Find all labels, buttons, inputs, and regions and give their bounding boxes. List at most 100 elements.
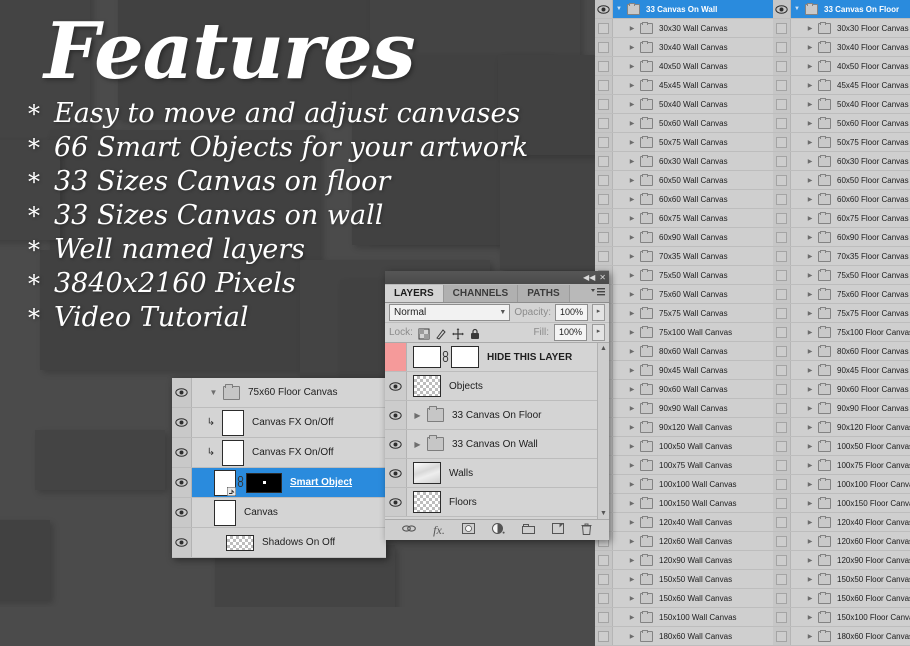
chevron-right-icon[interactable]: ▶ xyxy=(626,139,638,146)
canvas-row[interactable]: ▶ 120x40 Floor Canvas xyxy=(773,513,910,532)
chevron-right-icon[interactable]: ▶ xyxy=(804,158,816,165)
canvas-row[interactable]: ▶ 100x75 Floor Canvas xyxy=(773,456,910,475)
eye-icon[interactable] xyxy=(595,114,613,132)
canvas-row[interactable]: ▶ 90x120 Wall Canvas xyxy=(595,418,773,437)
canvas-row[interactable]: ▶ 50x40 Floor Canvas xyxy=(773,95,910,114)
chevron-right-icon[interactable]: ▶ xyxy=(626,386,638,393)
layer-row[interactable]: Canvas xyxy=(172,498,386,528)
eye-icon[interactable] xyxy=(773,228,791,246)
opacity-input[interactable]: 100% xyxy=(555,304,588,321)
canvas-row[interactable]: ▶ 60x30 Floor Canvas xyxy=(773,152,910,171)
chevron-right-icon[interactable]: ▶ xyxy=(804,424,816,431)
canvas-row[interactable]: ▶ 60x60 Floor Canvas xyxy=(773,190,910,209)
canvas-row[interactable]: ▶ 50x60 Floor Canvas xyxy=(773,114,910,133)
chevron-right-icon[interactable]: ▶ xyxy=(626,158,638,165)
scroll-up-icon[interactable]: ▲ xyxy=(598,343,609,354)
close-icon[interactable]: ✕ xyxy=(599,273,606,282)
canvas-row[interactable]: ▶ 90x90 Floor Canvas xyxy=(773,399,910,418)
canvas-row[interactable]: ▶ 60x90 Floor Canvas xyxy=(773,228,910,247)
chevron-right-icon[interactable]: ▶ xyxy=(626,310,638,317)
tab-paths[interactable]: PATHS xyxy=(518,285,570,302)
eye-icon[interactable] xyxy=(595,0,613,18)
eye-icon[interactable] xyxy=(172,528,192,557)
eye-icon[interactable] xyxy=(773,399,791,417)
layer-thumbnail[interactable] xyxy=(413,462,441,484)
eye-icon[interactable] xyxy=(773,247,791,265)
eye-icon[interactable] xyxy=(773,494,791,512)
eye-icon[interactable] xyxy=(773,266,791,284)
eye-icon[interactable] xyxy=(773,133,791,151)
layer-row[interactable]: ▼ 75x60 Floor Canvas xyxy=(172,378,386,408)
new-group-icon[interactable] xyxy=(521,523,535,537)
layer-thumbnail[interactable] xyxy=(214,499,236,526)
panel-tabs[interactable]: LAYERS CHANNELS PATHS xyxy=(385,284,609,303)
lock-transparent-icon[interactable] xyxy=(418,327,430,339)
eye-icon[interactable] xyxy=(172,498,192,527)
add-layer-style-icon[interactable]: fx. xyxy=(433,523,445,538)
chevron-right-icon[interactable]: ▶ xyxy=(626,215,638,222)
eye-icon[interactable] xyxy=(595,247,613,265)
canvas-row[interactable]: ▶ 120x60 Wall Canvas xyxy=(595,532,773,551)
canvas-row[interactable]: ▶ 50x75 Floor Canvas xyxy=(773,133,910,152)
layer-row[interactable]: Smart Object xyxy=(172,468,386,498)
canvas-row[interactable]: ▶ 150x100 Wall Canvas xyxy=(595,608,773,627)
floor-canvas-list[interactable]: ▼ 33 Canvas On Floor ▶ 30x30 Floor Canvas ▶ 3… xyxy=(773,0,910,646)
chevron-right-icon[interactable]: ▶ xyxy=(626,481,638,488)
chevron-down-icon[interactable]: ▼ xyxy=(208,388,219,397)
mask-link-icon[interactable] xyxy=(441,350,449,364)
canvas-row[interactable]: ▶ 90x120 Floor Canvas xyxy=(773,418,910,437)
canvas-row[interactable]: ▶ 100x100 Wall Canvas xyxy=(595,475,773,494)
chevron-right-icon[interactable]: ▶ xyxy=(804,139,816,146)
canvas-row[interactable]: ▶ 120x90 Floor Canvas xyxy=(773,551,910,570)
eye-icon[interactable] xyxy=(385,459,407,487)
eye-icon[interactable] xyxy=(385,401,407,429)
eye-icon[interactable] xyxy=(773,475,791,493)
canvas-row[interactable]: ▶ 75x75 Floor Canvas xyxy=(773,304,910,323)
eye-icon[interactable] xyxy=(773,0,791,18)
mask-link-icon[interactable] xyxy=(236,475,244,489)
chevron-right-icon[interactable]: ▶ xyxy=(804,405,816,412)
chevron-down-icon[interactable]: ▼ xyxy=(791,6,803,12)
chevron-right-icon[interactable]: ▶ xyxy=(626,595,638,602)
chevron-right-icon[interactable]: ▶ xyxy=(804,63,816,70)
chevron-right-icon[interactable]: ▶ xyxy=(804,101,816,108)
canvas-row[interactable]: ▶ 30x30 Wall Canvas xyxy=(595,19,773,38)
layers-panel-footer[interactable]: fx. xyxy=(385,519,609,540)
canvas-row[interactable]: ▶ 100x100 Floor Canvas xyxy=(773,475,910,494)
new-adjustment-layer-icon[interactable] xyxy=(491,523,505,537)
canvas-row[interactable]: ▶ 75x100 Floor Canvas xyxy=(773,323,910,342)
smart-object-thumbnail[interactable] xyxy=(214,469,236,496)
eye-icon[interactable] xyxy=(595,57,613,75)
canvas-row[interactable]: ▶ 120x90 Wall Canvas xyxy=(595,551,773,570)
canvas-row[interactable]: ▶ 100x150 Floor Canvas xyxy=(773,494,910,513)
canvas-row[interactable]: ▶ 40x50 Floor Canvas xyxy=(773,57,910,76)
canvas-row[interactable]: ▶ 70x35 Wall Canvas xyxy=(595,247,773,266)
layer-list[interactable]: ▲ ▼ HIDE THIS LAYER Objects ▶ 33 Canvas On … xyxy=(385,343,609,519)
chevron-right-icon[interactable]: ▶ xyxy=(626,272,638,279)
eye-icon[interactable] xyxy=(595,152,613,170)
eye-icon[interactable] xyxy=(773,304,791,322)
eye-icon[interactable] xyxy=(773,209,791,227)
canvas-row[interactable]: ▶ 40x50 Wall Canvas xyxy=(595,57,773,76)
layer-thumbnail[interactable] xyxy=(413,491,441,513)
eye-icon[interactable] xyxy=(595,171,613,189)
chevron-right-icon[interactable]: ▶ xyxy=(626,25,638,32)
eye-icon[interactable] xyxy=(773,608,791,626)
add-layer-mask-icon[interactable] xyxy=(461,523,475,537)
chevron-right-icon[interactable]: ▶ xyxy=(804,557,816,564)
floor-canvas-layers-panel[interactable]: ▼ 75x60 Floor Canvas ↳ Canvas FX On/Off ↳ Can… xyxy=(172,378,386,558)
layer-row[interactable]: Floors xyxy=(385,488,609,517)
chevron-right-icon[interactable]: ▶ xyxy=(804,291,816,298)
canvas-row[interactable]: ▶ 150x100 Floor Canvas xyxy=(773,608,910,627)
chevron-right-icon[interactable]: ▶ xyxy=(412,411,423,420)
floor-canvas-layer-list[interactable]: ▼ 75x60 Floor Canvas ↳ Canvas FX On/Off ↳ Can… xyxy=(172,378,386,558)
chevron-right-icon[interactable]: ▶ xyxy=(804,196,816,203)
canvas-row[interactable]: ▶ 50x75 Wall Canvas xyxy=(595,133,773,152)
chevron-right-icon[interactable]: ▶ xyxy=(804,386,816,393)
chevron-right-icon[interactable]: ▶ xyxy=(804,443,816,450)
eye-icon[interactable] xyxy=(773,361,791,379)
chevron-right-icon[interactable]: ▶ xyxy=(626,462,638,469)
chevron-right-icon[interactable]: ▶ xyxy=(804,519,816,526)
canvas-row[interactable]: ▶ 90x60 Wall Canvas xyxy=(595,380,773,399)
eye-icon[interactable] xyxy=(773,456,791,474)
